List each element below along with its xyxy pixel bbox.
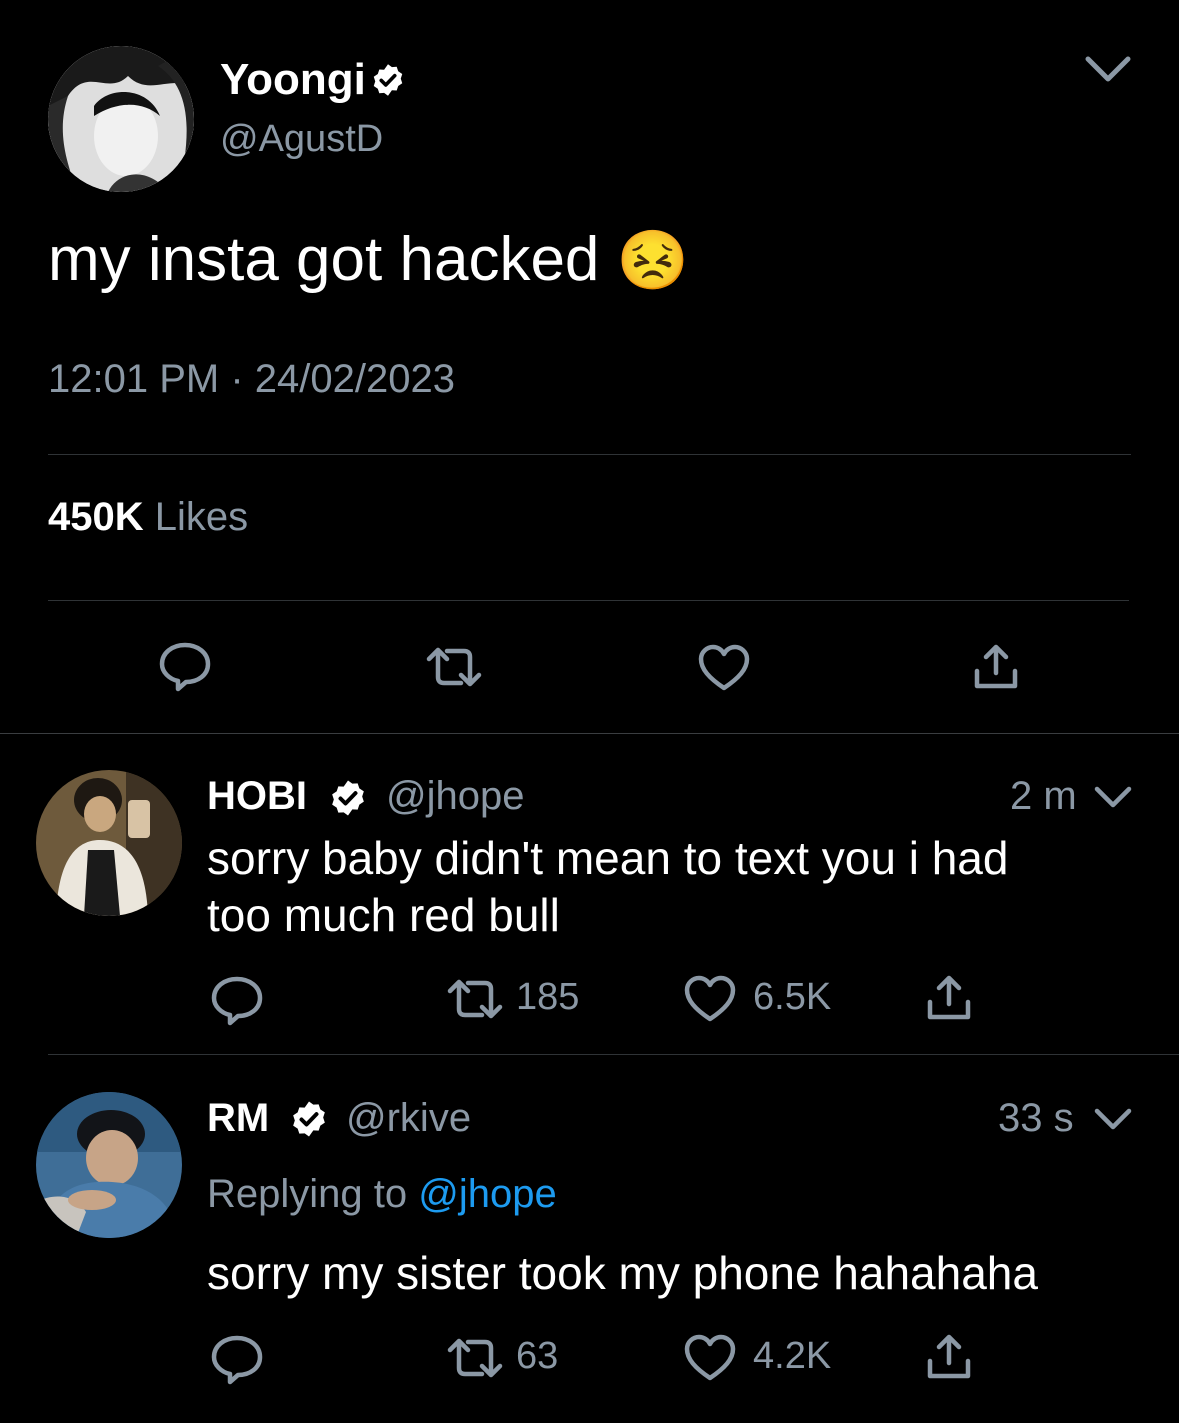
avatar[interactable]	[48, 46, 194, 192]
likes-stat[interactable]: 450K Likes	[48, 494, 248, 540]
share-icon[interactable]	[972, 643, 1020, 691]
display-name[interactable]: RM	[207, 1094, 269, 1142]
verified-badge-icon	[289, 1099, 329, 1139]
replying-to: Replying to @jhope	[207, 1170, 557, 1218]
chevron-down-icon[interactable]	[1093, 1105, 1133, 1133]
like-icon[interactable]	[697, 644, 751, 692]
verified-badge-icon	[328, 778, 368, 818]
verified-badge-icon	[370, 62, 406, 98]
tweet-text-body: my insta got hacked	[48, 225, 600, 294]
timestamp[interactable]: 12:01 PM · 24/02/2023	[48, 356, 455, 402]
like-icon[interactable]	[683, 1334, 737, 1382]
retweet-icon[interactable]	[446, 1336, 504, 1380]
retweet-icon[interactable]	[425, 645, 483, 689]
handle[interactable]: @AgustD	[220, 116, 383, 162]
retweet-icon[interactable]	[446, 977, 504, 1021]
reply-icon[interactable]	[210, 1334, 264, 1386]
chevron-down-icon[interactable]	[1083, 52, 1133, 86]
like-count: 4.2K	[753, 1335, 832, 1377]
divider	[48, 454, 1131, 455]
time-ago[interactable]: 33 s	[998, 1094, 1074, 1142]
share-icon[interactable]	[925, 1333, 973, 1381]
reply-text-line: sorry baby didn't mean to text you i had	[207, 832, 1009, 884]
divider	[48, 600, 1129, 601]
persevering-face-emoji: 😣	[616, 228, 689, 293]
share-icon[interactable]	[925, 974, 973, 1022]
reply-text: sorry baby didn't mean to text you i had…	[207, 830, 1008, 944]
timestamp-time: 12:01 PM	[48, 357, 220, 401]
chevron-down-icon[interactable]	[1093, 783, 1133, 811]
time-ago[interactable]: 2 m	[1010, 772, 1077, 820]
replying-to-link[interactable]: @jhope	[418, 1172, 556, 1216]
divider	[48, 1054, 1179, 1055]
reply-text-line: too much red bull	[207, 889, 560, 941]
avatar[interactable]	[36, 770, 182, 916]
handle[interactable]: @jhope	[386, 772, 524, 820]
display-name[interactable]: HOBI	[207, 772, 307, 820]
tweet-text: my insta got hacked 😣	[48, 222, 689, 299]
retweet-count: 185	[516, 976, 580, 1018]
reply-icon[interactable]	[158, 641, 212, 693]
retweet-count: 63	[516, 1335, 559, 1377]
timestamp-date: 24/02/2023	[254, 357, 455, 401]
display-name[interactable]: Yoongi	[220, 52, 366, 108]
avatar[interactable]	[36, 1092, 182, 1238]
reply-icon[interactable]	[210, 975, 264, 1027]
like-count: 6.5K	[753, 976, 832, 1018]
likes-label: Likes	[154, 495, 249, 539]
like-icon[interactable]	[683, 975, 737, 1023]
timestamp-separator: ·	[230, 357, 244, 401]
divider	[0, 733, 1179, 734]
handle[interactable]: @rkive	[346, 1094, 471, 1142]
replying-to-label: Replying to	[207, 1172, 408, 1216]
reply-text: sorry my sister took my phone hahahaha	[207, 1247, 1038, 1299]
likes-count: 450K	[48, 495, 144, 539]
